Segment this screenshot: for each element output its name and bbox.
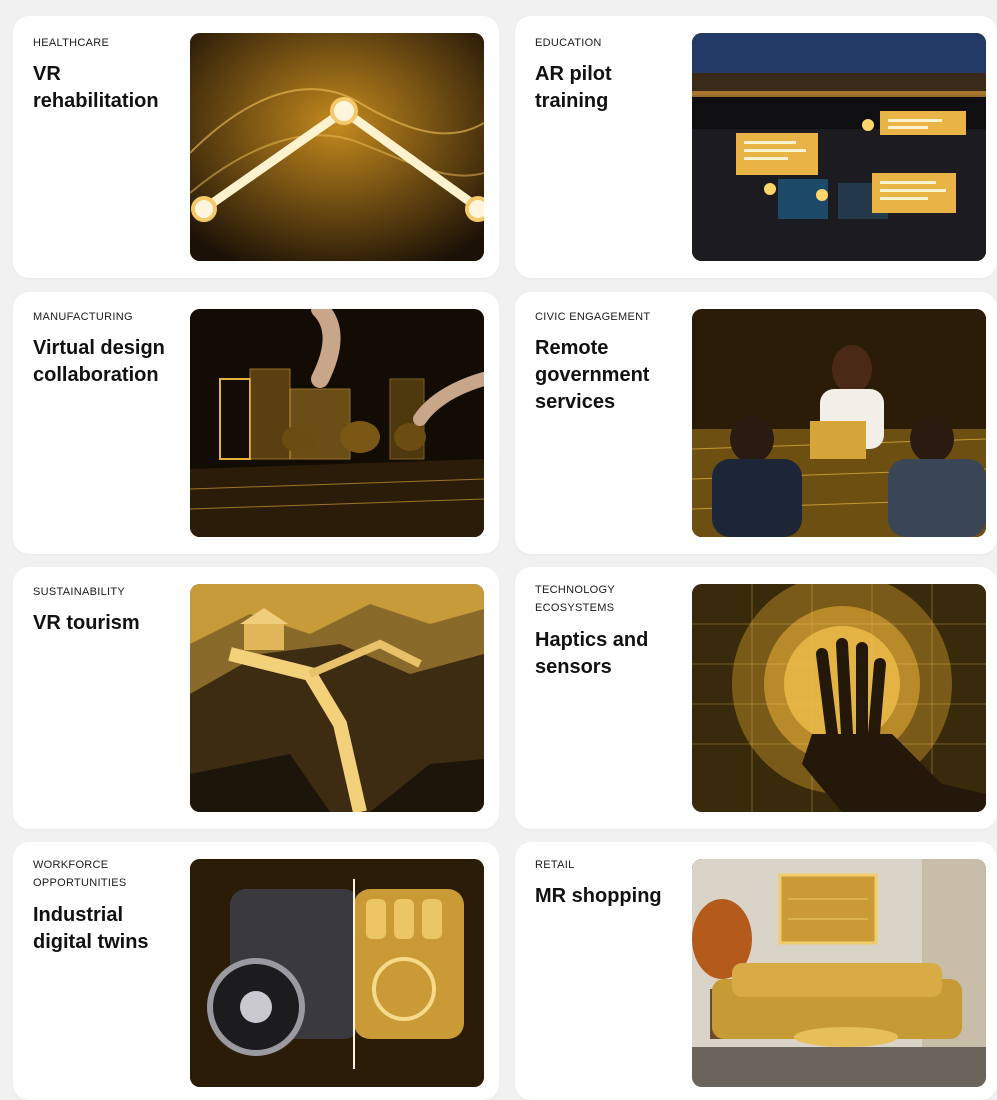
card-image-digital-twins <box>190 859 484 1087</box>
card-workforce[interactable]: WORKFORCE OPPORTUNITIES Industrial digit… <box>13 842 499 1100</box>
card-category: RETAIL <box>535 859 575 871</box>
card-title: Remote government services <box>535 337 650 413</box>
card-category: TECHNOLOGY ECOSYSTEMS <box>535 584 615 614</box>
card-image-vr-rehab <box>190 33 484 261</box>
card-image-ar-pilot <box>692 33 986 261</box>
card-title: Virtual design collaboration <box>33 337 165 386</box>
card-civic-engagement[interactable]: CIVIC ENGAGEMENT Remote government servi… <box>515 292 997 554</box>
card-image-design-collab <box>190 309 484 537</box>
card-title: Industrial digital twins <box>33 904 149 953</box>
card-education[interactable]: EDUCATION AR pilot training <box>515 16 997 278</box>
card-category: HEALTHCARE <box>33 37 110 49</box>
card-title: AR pilot training <box>535 63 612 112</box>
card-healthcare[interactable]: HEALTHCARE VR rehabilitation <box>13 16 499 278</box>
card-image-mr-shopping <box>692 859 986 1087</box>
card-category: WORKFORCE OPPORTUNITIES <box>33 859 127 889</box>
card-technology-ecosystems[interactable]: TECHNOLOGY ECOSYSTEMS Haptics and sensor… <box>515 567 997 829</box>
card-manufacturing[interactable]: MANUFACTURING Virtual design collaborati… <box>13 292 499 554</box>
card-title: MR shopping <box>535 885 662 907</box>
card-category: EDUCATION <box>535 37 602 49</box>
card-title: Haptics and sensors <box>535 629 649 678</box>
card-image-haptics <box>692 584 986 812</box>
card-title: VR tourism <box>33 612 140 634</box>
card-category: CIVIC ENGAGEMENT <box>535 311 651 323</box>
card-sustainability[interactable]: SUSTAINABILITY VR tourism <box>13 567 499 829</box>
card-category: MANUFACTURING <box>33 311 133 323</box>
card-image-vr-tourism <box>190 584 484 812</box>
use-case-grid: HEALTHCARE VR rehabilitation EDUCATION A… <box>0 0 997 1100</box>
card-category: SUSTAINABILITY <box>33 586 126 598</box>
card-title: VR rehabilitation <box>33 63 159 112</box>
card-image-gov-services <box>692 309 986 537</box>
card-retail[interactable]: RETAIL MR shopping <box>515 842 997 1100</box>
